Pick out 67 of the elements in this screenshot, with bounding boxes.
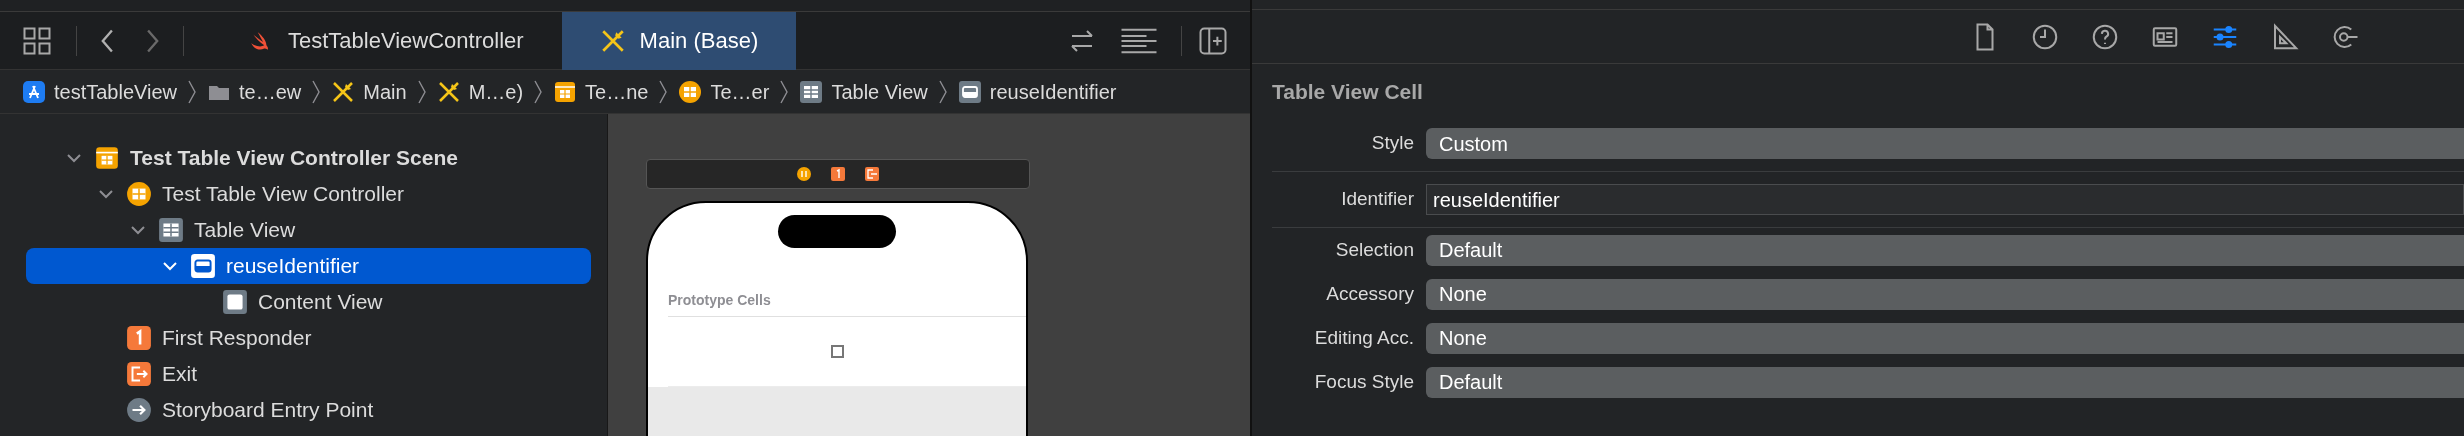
field-label: Style (1370, 131, 1414, 156)
cell-icon (190, 253, 216, 279)
responder-icon (830, 166, 846, 182)
scene-icon (94, 145, 120, 171)
field-label: Identifier (1340, 187, 1414, 212)
popup-button[interactable]: Default (1426, 234, 2464, 266)
section-title: Table View Cell (1272, 80, 1423, 103)
cell-icon (957, 79, 982, 104)
field-label: Accessory (1325, 281, 1414, 306)
breadcrumb-separator-icon (658, 78, 669, 105)
outline-label: First Responder (162, 325, 312, 352)
field-label: Editing Acc. (1313, 325, 1414, 350)
breadcrumb-item[interactable]: M…e) (436, 76, 524, 107)
breadcrumb-item[interactable]: testTableView (22, 76, 178, 107)
outline-row[interactable]: Test Table View Controller (26, 176, 591, 212)
grid-icon[interactable] (22, 25, 52, 56)
breadcrumb-separator-icon (937, 78, 948, 105)
field-label: Selection (1334, 237, 1414, 262)
outline-label: Table View (194, 217, 296, 244)
breadcrumb-item[interactable]: te…ew (207, 76, 302, 107)
exit-icon (126, 361, 152, 387)
exit-icon (864, 166, 880, 182)
popup-button[interactable]: Default (1426, 366, 2464, 398)
text-field[interactable]: reuseIdentifier (1426, 184, 2464, 215)
breadcrumb-separator-icon (779, 78, 790, 105)
controller-icon (678, 79, 703, 104)
outline-row[interactable]: Table View (26, 212, 591, 248)
popup-button[interactable]: Custom (1426, 128, 2464, 159)
popup-button[interactable]: None (1426, 322, 2464, 354)
table-icon (158, 217, 184, 243)
outline-row[interactable]: Storyboard Entry Point (26, 392, 591, 428)
breadcrumb-separator-icon (311, 78, 322, 105)
outline-row[interactable]: Exit (26, 356, 591, 392)
outline-label: Test Table View Controller Scene (130, 145, 458, 172)
app-icon (22, 79, 46, 104)
section-header: Prototype Cells (668, 292, 771, 308)
breadcrumb-item[interactable]: reuseIdentifier (957, 76, 1117, 107)
outline-row[interactable]: Test Table View Controller Scene (26, 140, 591, 176)
breadcrumb-item[interactable]: Main (331, 76, 407, 107)
outline-row[interactable]: Content View (26, 284, 591, 320)
add-panel-icon[interactable] (1198, 25, 1228, 56)
outline-label: reuseIdentifier (226, 253, 360, 280)
controller-icon (126, 181, 152, 207)
breadcrumb-item[interactable]: Te…er (678, 76, 770, 107)
controller-icon (796, 166, 812, 182)
cell-placeholder-icon (830, 345, 844, 358)
outline-row[interactable]: reuseIdentifier (26, 248, 591, 284)
storyboard-icon (436, 79, 461, 104)
outline-label: Storyboard Entry Point (162, 397, 374, 424)
breadcrumb-separator-icon (533, 78, 544, 105)
outline-label: Exit (162, 361, 197, 388)
responder-icon (126, 325, 152, 351)
breadcrumb-separator-icon (416, 78, 427, 105)
breadcrumb-item[interactable]: Table View (799, 76, 928, 107)
breadcrumb-item[interactable]: Te…ne (553, 76, 649, 107)
outline-label: Content View (258, 289, 383, 316)
view-icon (222, 289, 248, 315)
scene-icon (553, 79, 578, 104)
editor-tab[interactable]: TestTableViewController (210, 11, 562, 70)
field-label: Focus Style (1313, 369, 1414, 394)
storyboard-icon (331, 79, 356, 104)
breadcrumb-separator-icon (187, 78, 198, 105)
popup-button[interactable]: None (1426, 278, 2464, 310)
outline-row[interactable]: First Responder (26, 320, 591, 356)
outline-label: Test Table View Controller (162, 181, 404, 208)
editor-tab[interactable]: Main (Base) (561, 11, 797, 70)
table-icon (799, 79, 824, 104)
